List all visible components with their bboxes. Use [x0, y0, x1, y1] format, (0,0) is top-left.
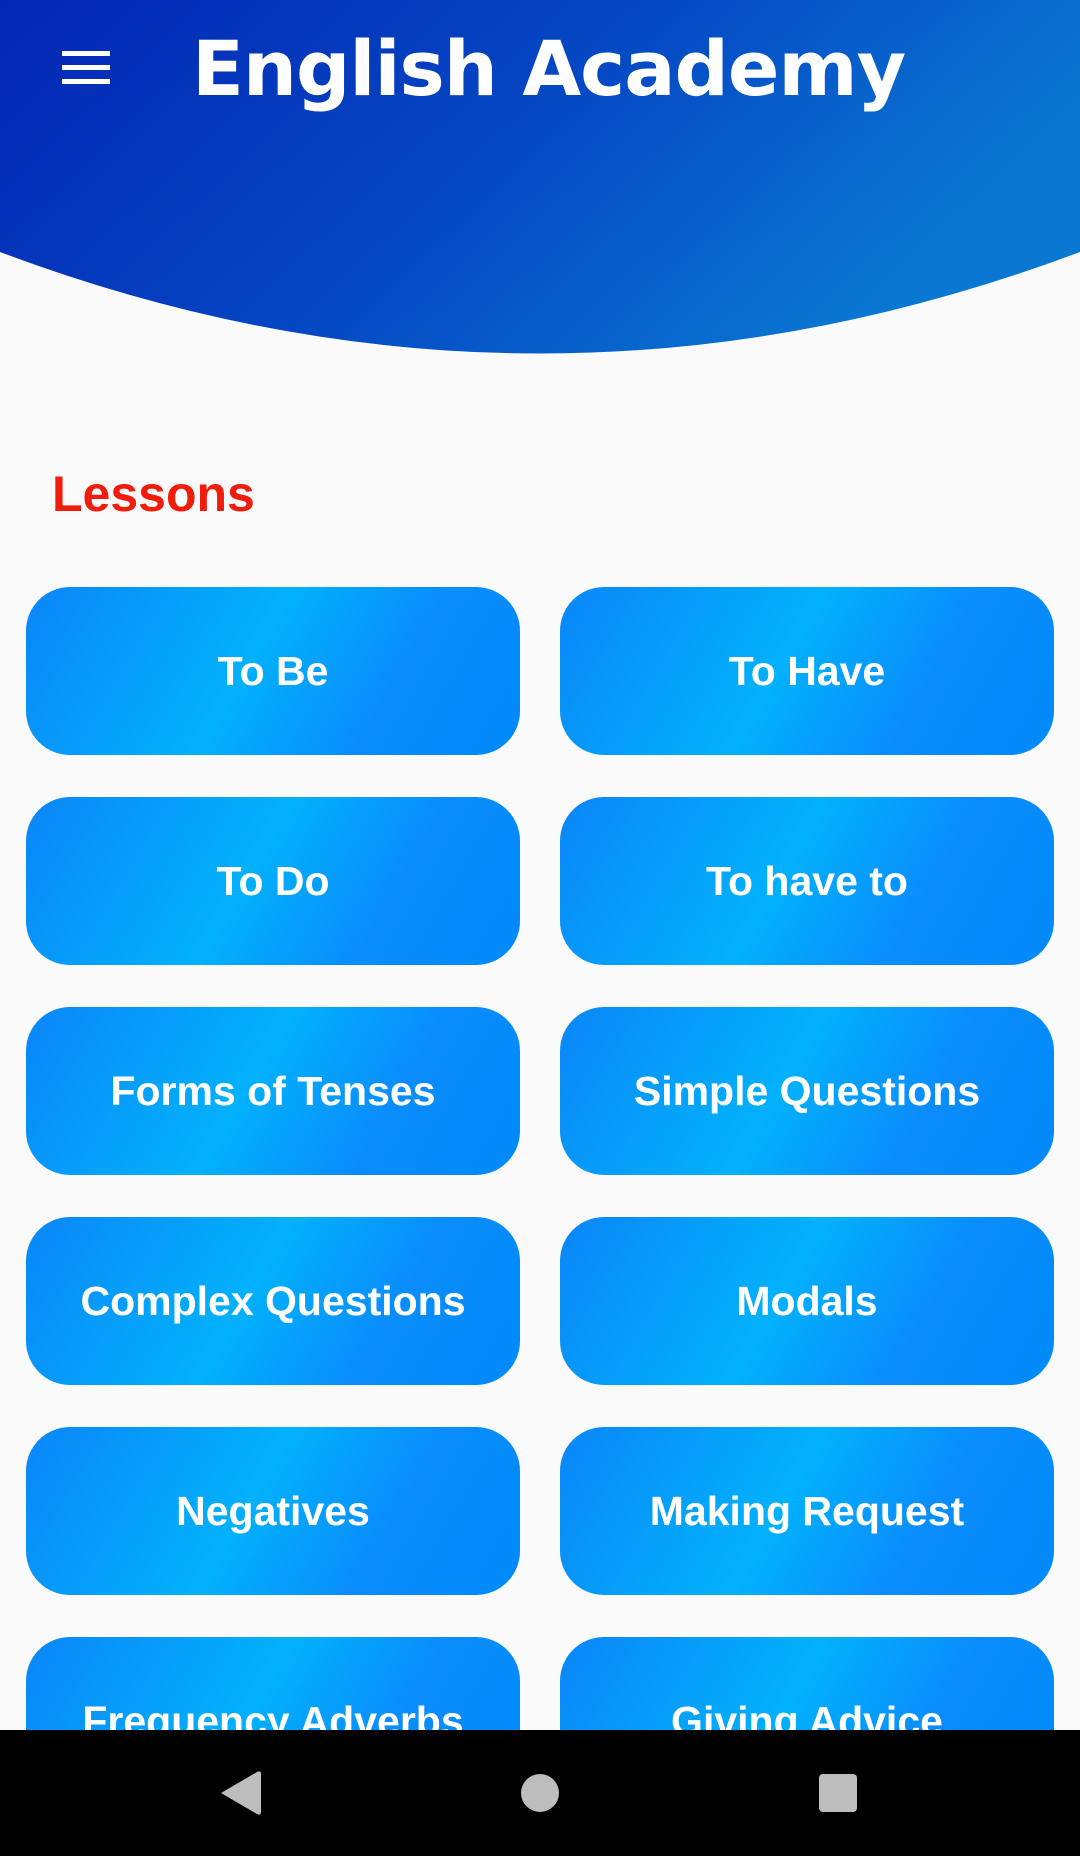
system-navigation-bar: [0, 1730, 1080, 1856]
lesson-button-forms-of-tenses[interactable]: Forms of Tenses: [26, 1007, 520, 1175]
home-circle-icon: [521, 1774, 559, 1812]
home-button[interactable]: [500, 1753, 580, 1833]
lesson-button-to-have[interactable]: To Have: [560, 587, 1054, 755]
recents-square-icon: [819, 1774, 857, 1812]
lesson-button-to-be[interactable]: To Be: [26, 587, 520, 755]
lesson-button-to-have-to[interactable]: To have to: [560, 797, 1054, 965]
lesson-button-frequency-adverbs[interactable]: Frequency Adverbs: [26, 1637, 520, 1730]
lessons-scroll-area[interactable]: To Be To Have To Do To have to Forms of …: [0, 0, 1080, 1730]
lesson-button-giving-advice[interactable]: Giving Advice: [560, 1637, 1054, 1730]
lesson-button-to-do[interactable]: To Do: [26, 797, 520, 965]
back-triangle-icon: [221, 1771, 261, 1815]
lesson-grid: To Be To Have To Do To have to Forms of …: [26, 587, 1054, 1730]
back-button[interactable]: [200, 1753, 280, 1833]
lesson-button-making-request[interactable]: Making Request: [560, 1427, 1054, 1595]
lesson-button-simple-questions[interactable]: Simple Questions: [560, 1007, 1054, 1175]
recents-button[interactable]: [798, 1753, 878, 1833]
lesson-button-modals[interactable]: Modals: [560, 1217, 1054, 1385]
lesson-button-negatives[interactable]: Negatives: [26, 1427, 520, 1595]
lesson-button-complex-questions[interactable]: Complex Questions: [26, 1217, 520, 1385]
